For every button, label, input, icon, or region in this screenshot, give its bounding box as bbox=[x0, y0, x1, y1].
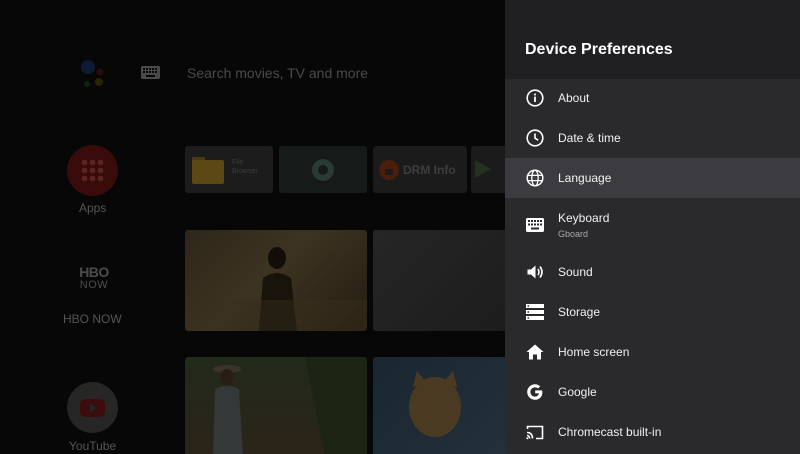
play-store-icon bbox=[475, 160, 491, 178]
menu-item-keyboard[interactable]: Keyboard Gboard bbox=[505, 198, 800, 252]
menu-label-about: About bbox=[558, 91, 590, 105]
drm-info-label: DRM Info bbox=[403, 163, 456, 177]
globe-icon bbox=[526, 169, 544, 187]
hbo-logo-top: HBO bbox=[79, 264, 109, 280]
drm-lock-icon bbox=[379, 160, 399, 180]
person-with-hat-image bbox=[213, 357, 367, 454]
settings-app-tile[interactable] bbox=[279, 146, 367, 193]
file-browser-title: File bbox=[232, 159, 244, 166]
menu-item-google[interactable]: Google bbox=[505, 372, 800, 412]
featured-thumbnail-2[interactable] bbox=[373, 230, 505, 331]
menu-item-about[interactable]: About bbox=[505, 78, 800, 118]
home-icon bbox=[526, 343, 544, 361]
menu-label-storage: Storage bbox=[558, 305, 601, 319]
menu-item-chromecast[interactable]: Chromecast built-in bbox=[505, 412, 800, 452]
apps-label: Apps bbox=[79, 201, 107, 215]
featured-thumbnail-1[interactable] bbox=[185, 230, 367, 331]
person-in-field-image bbox=[185, 247, 367, 331]
file-browser-tile[interactable]: File Browser bbox=[185, 146, 273, 193]
keyboard-icon bbox=[526, 216, 544, 234]
folder-icon bbox=[192, 157, 224, 184]
youtube-button[interactable] bbox=[67, 382, 118, 433]
menu-label-chromecast: Chromecast built-in bbox=[558, 425, 662, 439]
play-store-tile[interactable] bbox=[471, 146, 505, 193]
menu-label-home-screen: Home screen bbox=[558, 345, 630, 359]
apps-button[interactable] bbox=[67, 145, 118, 196]
google-assistant-icon[interactable] bbox=[76, 56, 110, 92]
cast-icon bbox=[526, 423, 544, 441]
hbo-now-logo[interactable]: HBO NOW bbox=[74, 264, 114, 292]
gear-icon bbox=[312, 159, 334, 181]
apps-grid-icon bbox=[82, 160, 103, 181]
preferences-menu: About Date & time Language Keyboard Gboa… bbox=[505, 78, 800, 452]
menu-item-date-time[interactable]: Date & time bbox=[505, 118, 800, 158]
animated-cat-image bbox=[409, 371, 461, 437]
google-icon bbox=[526, 383, 544, 401]
menu-item-home-screen[interactable]: Home screen bbox=[505, 332, 800, 372]
keyboard-search-icon[interactable] bbox=[141, 66, 160, 79]
storage-icon bbox=[526, 303, 544, 321]
menu-label-google: Google bbox=[558, 385, 597, 399]
menu-item-language[interactable]: Language bbox=[505, 158, 800, 198]
youtube-label: YouTube bbox=[69, 439, 117, 453]
menu-label-date-time: Date & time bbox=[558, 131, 621, 145]
menu-label-language: Language bbox=[558, 171, 612, 185]
panel-header: Device Preferences bbox=[505, 0, 800, 79]
panel-title: Device Preferences bbox=[525, 41, 673, 58]
clock-icon bbox=[526, 129, 544, 147]
featured-thumbnail-3[interactable] bbox=[185, 357, 367, 454]
home-screen-background: Search movies, TV and more Apps HBO NOW … bbox=[0, 0, 505, 454]
file-browser-subtitle: Browser bbox=[232, 168, 258, 175]
speaker-icon bbox=[526, 263, 544, 281]
menu-item-storage[interactable]: Storage bbox=[505, 292, 800, 332]
device-preferences-panel: Device Preferences About Date & time Lan… bbox=[505, 0, 800, 454]
menu-label-keyboard: Keyboard bbox=[558, 211, 610, 225]
info-icon bbox=[526, 89, 544, 107]
search-placeholder[interactable]: Search movies, TV and more bbox=[187, 65, 368, 81]
menu-label-sound: Sound bbox=[558, 265, 593, 279]
youtube-icon bbox=[80, 399, 105, 417]
featured-thumbnail-4[interactable] bbox=[373, 357, 505, 454]
menu-item-sound[interactable]: Sound bbox=[505, 252, 800, 292]
hbo-logo-bottom: NOW bbox=[79, 279, 109, 291]
drm-info-tile[interactable]: DRM Info bbox=[373, 146, 467, 193]
hbo-now-label: HBO NOW bbox=[63, 312, 122, 326]
menu-sublabel-keyboard: Gboard bbox=[558, 229, 589, 239]
